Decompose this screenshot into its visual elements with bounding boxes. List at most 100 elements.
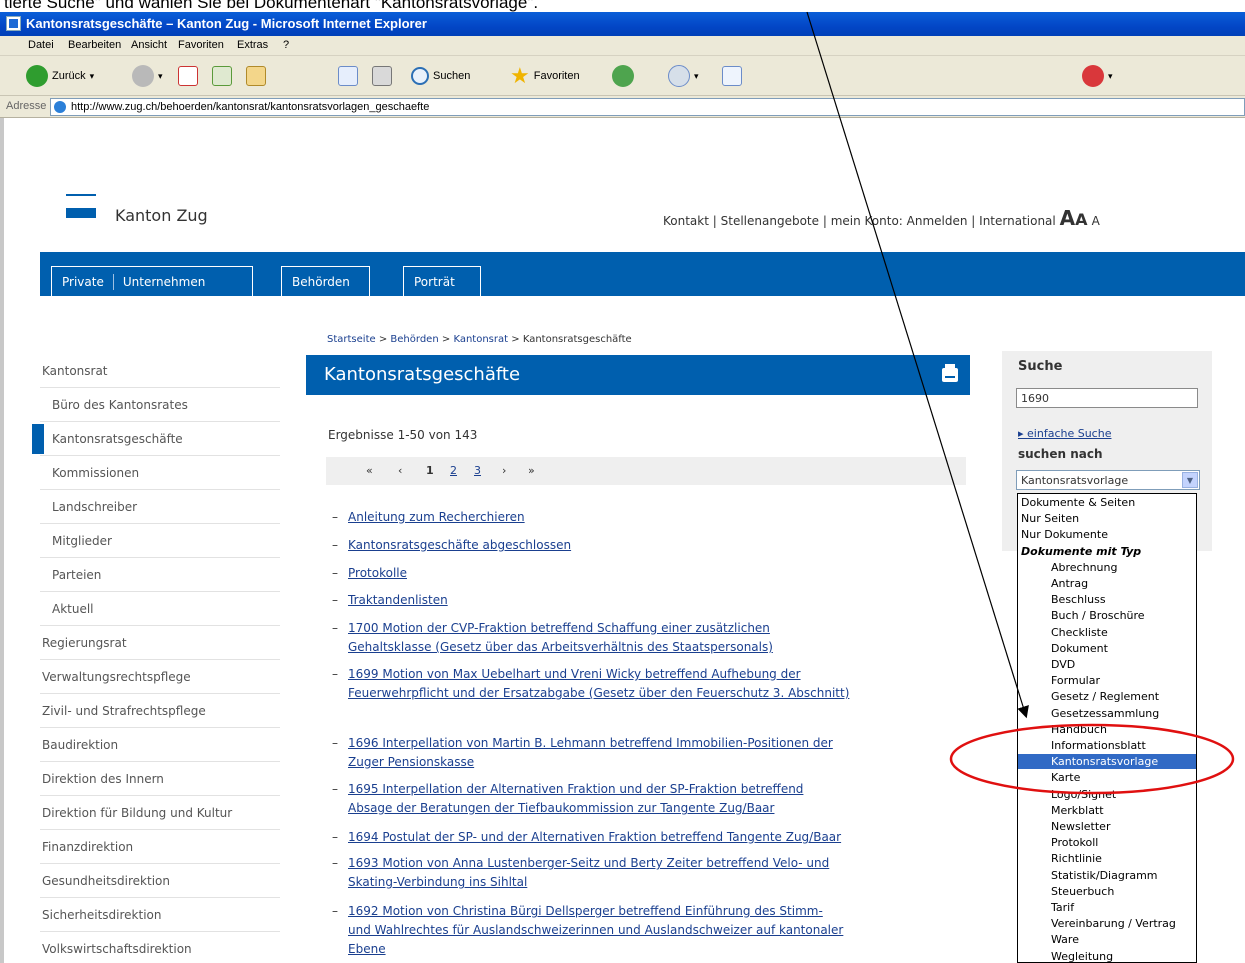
leftnav-zivil-und-strafrechtspflege[interactable]: Zivil- und Strafrechtspflege [40, 694, 280, 728]
leftnav-bildung-und-kultur[interactable]: Direktion für Bildung und Kultur [40, 796, 280, 830]
nav-behoerden[interactable]: Behörden [281, 266, 370, 296]
list-item-link[interactable]: Anleitung zum Recherchieren [348, 508, 525, 527]
option-wegleitung[interactable]: Wegleitung [1018, 949, 1196, 962]
leftnav-gesundheitsdirektion[interactable]: Gesundheitsdirektion [40, 864, 280, 898]
history-button[interactable] [612, 63, 634, 89]
leftnav-mitglieder[interactable]: Mitglieder [40, 524, 280, 558]
option-statistik-diagramm[interactable]: Statistik/Diagramm [1018, 868, 1196, 883]
leftnav-kantonsratsgeschaefte[interactable]: Kantonsratsgeschäfte [32, 422, 280, 456]
chevron-down-icon[interactable]: ▼ [1182, 472, 1198, 488]
kanton-zug-logo[interactable] [66, 208, 96, 218]
simple-search-link[interactable]: einfache Suche [1018, 427, 1111, 440]
pager-first[interactable]: « [366, 464, 373, 477]
print-button[interactable] [372, 63, 392, 89]
breadcrumb-startseite[interactable]: Startseite [327, 334, 376, 345]
pager-prev[interactable]: ‹ [398, 464, 402, 477]
refresh-button[interactable] [212, 63, 232, 89]
site-name[interactable]: Kanton Zug [115, 206, 208, 225]
leftnav-landschreiber[interactable]: Landschreiber [40, 490, 280, 524]
document-type-select[interactable]: Kantonsratsvorlage ▼ [1016, 470, 1200, 490]
option-nur-seiten[interactable]: Nur Seiten [1018, 511, 1196, 526]
list-item-link[interactable]: 1693 Motion von Anna Lustenberger-Seitz … [348, 854, 829, 892]
option-checkliste[interactable]: Checkliste [1018, 625, 1196, 640]
link-international[interactable]: International [979, 214, 1056, 228]
menu-datei[interactable]: Datei [28, 39, 54, 51]
option-nur-dokumente[interactable]: Nur Dokumente [1018, 527, 1196, 542]
nav-unternehmen[interactable]: Unternehmen [123, 275, 205, 289]
list-item-link[interactable]: 1699 Motion von Max Uebelhart und Vreni … [348, 665, 849, 703]
option-handbuch[interactable]: Handbuch [1018, 722, 1196, 737]
font-size-small[interactable]: A [1092, 214, 1100, 228]
menu-extras[interactable]: Extras [237, 39, 268, 51]
option-dvd[interactable]: DVD [1018, 657, 1196, 672]
nav-private[interactable]: Private [62, 275, 104, 289]
mail-button[interactable]: ▾ [668, 63, 699, 89]
option-richtlinie[interactable]: Richtlinie [1018, 851, 1196, 866]
leftnav-finanzdirektion[interactable]: Finanzdirektion [40, 830, 280, 864]
pager-page-3[interactable]: 3 [474, 464, 481, 477]
favorites-button[interactable]: ★ Favoriten [510, 63, 580, 89]
link-stellenangebote[interactable]: Stellenangebote [721, 214, 819, 228]
option-abrechnung[interactable]: Abrechnung [1018, 560, 1196, 575]
print-icon[interactable] [942, 364, 958, 382]
list-item-link[interactable]: Traktandenlisten [348, 591, 448, 610]
option-gesetzessammlung[interactable]: Gesetzessammlung [1018, 706, 1196, 721]
leftnav-parteien[interactable]: Parteien [40, 558, 280, 592]
option-dokument[interactable]: Dokument [1018, 641, 1196, 656]
edit-button[interactable] [338, 63, 358, 89]
pager-next[interactable]: › [502, 464, 506, 477]
pager-last[interactable]: » [528, 464, 535, 477]
option-vereinbarung-vertrag[interactable]: Vereinbarung / Vertrag [1018, 916, 1196, 931]
link-kontakt[interactable]: Kontakt [663, 214, 709, 228]
option-formular[interactable]: Formular [1018, 673, 1196, 688]
option-merkblatt[interactable]: Merkblatt [1018, 803, 1196, 818]
leftnav-sicherheitsdirektion[interactable]: Sicherheitsdirektion [40, 898, 280, 932]
search-input[interactable]: 1690 [1016, 388, 1198, 408]
copy-button[interactable] [722, 63, 742, 89]
list-item-link[interactable]: Kantonsratsgeschäfte abgeschlossen [348, 536, 571, 555]
breadcrumb-kantonsrat[interactable]: Kantonsrat [453, 334, 508, 345]
option-logo-signet[interactable]: Logo/Signet [1018, 787, 1196, 802]
list-item-link[interactable]: 1695 Interpellation der Alternativen Fra… [348, 780, 803, 818]
leftnav-kommissionen[interactable]: Kommissionen [40, 456, 280, 490]
menu-ansicht[interactable]: Ansicht [131, 39, 167, 51]
leftnav-volkswirtschaftsdirektion[interactable]: Volkswirtschaftsdirektion [40, 932, 280, 963]
list-item-link[interactable]: Protokolle [348, 564, 407, 583]
menu-help[interactable]: ? [283, 39, 289, 51]
url-input[interactable]: http://www.zug.ch/behoerden/kantonsrat/k… [50, 98, 1245, 116]
option-tarif[interactable]: Tarif [1018, 900, 1196, 915]
menu-favoriten[interactable]: Favoriten [178, 39, 224, 51]
font-size-large[interactable]: A [1060, 206, 1075, 230]
leftnav-kantonsrat[interactable]: Kantonsrat [40, 354, 280, 388]
breadcrumb-behoerden[interactable]: Behörden [390, 334, 438, 345]
option-ware[interactable]: Ware [1018, 932, 1196, 947]
back-button[interactable]: Zurück ▾ [26, 63, 94, 89]
option-steuerbuch[interactable]: Steuerbuch [1018, 884, 1196, 899]
option-karte[interactable]: Karte [1018, 770, 1196, 785]
stop-button[interactable] [178, 63, 198, 89]
leftnav-verwaltungsrechtspflege[interactable]: Verwaltungsrechtspflege [40, 660, 280, 694]
leftnav-regierungsrat[interactable]: Regierungsrat [40, 626, 280, 660]
option-buch-broschüre[interactable]: Buch / Broschüre [1018, 608, 1196, 623]
pager-page-2[interactable]: 2 [450, 464, 457, 477]
font-size-medium[interactable]: A [1075, 210, 1087, 229]
list-item-link[interactable]: 1692 Motion von Christina Bürgi Dellsper… [348, 902, 843, 959]
home-button[interactable] [246, 63, 266, 89]
option-beschluss[interactable]: Beschluss [1018, 592, 1196, 607]
list-item-link[interactable]: 1696 Interpellation von Martin B. Lehman… [348, 734, 833, 772]
option-antrag[interactable]: Antrag [1018, 576, 1196, 591]
leftnav-direktion-des-innern[interactable]: Direktion des Innern [40, 762, 280, 796]
option-protokoll[interactable]: Protokoll [1018, 835, 1196, 850]
link-mein-konto[interactable]: mein Konto: Anmelden [831, 214, 968, 228]
list-item-link[interactable]: 1694 Postulat der SP- und der Alternativ… [348, 828, 841, 847]
menu-bearbeiten[interactable]: Bearbeiten [68, 39, 121, 51]
option-dokumente-seiten[interactable]: Dokumente & Seiten [1018, 495, 1196, 510]
option-newsletter[interactable]: Newsletter [1018, 819, 1196, 834]
leftnav-baudirektion[interactable]: Baudirektion [40, 728, 280, 762]
search-button[interactable]: Suchen [411, 63, 470, 89]
document-type-options[interactable]: Dokumente & Seiten Nur Seiten Nur Dokument… [1017, 493, 1197, 963]
forward-button[interactable]: ▾ [132, 63, 163, 89]
option-gesetz-reglement[interactable]: Gesetz / Reglement [1018, 689, 1196, 704]
nav-portraet[interactable]: Porträt [403, 266, 481, 296]
plugin-button[interactable]: ▾ [1082, 63, 1113, 89]
